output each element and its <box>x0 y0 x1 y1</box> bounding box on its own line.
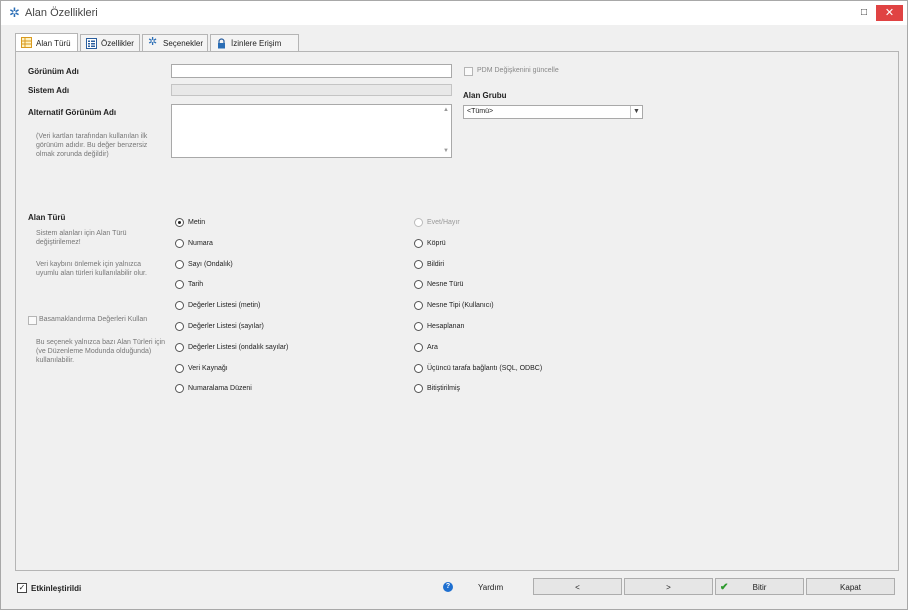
field-type-radio-label: Değerler Listesi (sayılar) <box>188 323 264 330</box>
field-type-radio[interactable] <box>175 238 184 248</box>
field-group-label: Alan Grubu <box>463 91 507 100</box>
field-type-label: Alan Türü <box>28 213 66 222</box>
alt-display-name-textarea[interactable]: ▲ ▼ <box>171 104 452 158</box>
dialog-window: ✲ Alan Özellikleri □ ✕ Alan Türü Özellik… <box>0 0 908 610</box>
window-title: Alan Özellikleri <box>25 7 98 19</box>
previous-button[interactable]: < <box>533 578 622 595</box>
gear-icon: ✲ <box>148 36 158 48</box>
title-bar: ✲ Alan Özellikleri □ ✕ <box>1 1 907 25</box>
chevron-down-icon[interactable]: ▼ <box>630 106 642 118</box>
alt-display-name-note: (Veri kartları tarafından kullanılan ilk… <box>36 133 148 158</box>
tab-field-type[interactable]: Alan Türü <box>15 33 78 52</box>
field-type-radio-label: Metin <box>188 219 206 226</box>
help-icon[interactable]: ? <box>443 582 453 592</box>
close-button[interactable]: ✕ <box>876 5 903 21</box>
field-type-radio[interactable] <box>414 259 423 269</box>
field-type-radio-label: Nesne Tipi (Kullanıcı) <box>427 302 494 310</box>
pdm-update-label: PDM Değişkenini güncelle <box>477 67 559 74</box>
enabled-label: Etkinleştirildi <box>31 584 82 593</box>
field-type-radio-label: Evet/Hayır <box>427 219 460 226</box>
field-type-radio-label: Değerler Listesi (metin) <box>188 302 261 310</box>
tab-access-permissions[interactable]: İzinlere Erişim <box>210 34 299 51</box>
field-type-radio-label: Ara <box>427 343 438 351</box>
field-type-radio-label: Hesaplanan <box>427 323 465 330</box>
system-name-field <box>171 84 452 96</box>
field-type-radio[interactable] <box>414 238 423 248</box>
field-type-radio-label: Sayı (Ondalık) <box>188 260 233 268</box>
cascade-values-note: Bu seçenek yalnızca bazı Alan Türleri iç… <box>36 339 166 364</box>
tab-label: Alan Türü <box>36 39 71 48</box>
maximize-button[interactable]: □ <box>857 6 871 20</box>
help-label[interactable]: Yardım <box>478 583 503 592</box>
field-type-radio[interactable] <box>175 342 184 352</box>
scroll-down-icon[interactable]: ▼ <box>443 148 449 154</box>
field-type-radio[interactable] <box>175 259 184 269</box>
field-group-select[interactable]: <Tümü> ▼ <box>463 105 643 119</box>
tab-label: Özellikler <box>101 39 134 48</box>
field-type-radio-label: Numaralama Düzeni <box>188 385 252 393</box>
tab-properties[interactable]: Özellikler <box>80 34 140 51</box>
next-button[interactable]: > <box>624 578 713 595</box>
enabled-checkbox[interactable]: ✓ <box>17 583 27 593</box>
field-type-radio-label: Nesne Türü <box>427 281 464 289</box>
tab-panel <box>15 51 899 571</box>
field-type-note-system: Sistem alanları için Alan Türü değiştiri… <box>36 230 127 246</box>
field-type-radio-label: Veri Kaynağı <box>188 364 228 372</box>
checkmark-icon: ✔ <box>720 582 729 593</box>
tab-options[interactable]: ✲ Seçenekler <box>142 34 208 51</box>
field-type-radio-label: Köprü <box>427 239 446 247</box>
field-type-radio <box>414 218 423 227</box>
pdm-update-checkbox[interactable] <box>464 67 473 76</box>
field-type-radio[interactable] <box>175 218 184 227</box>
system-name-label: Sistem Adı <box>28 86 70 95</box>
field-type-note-compat: Veri kaybını önlemek için yalnızca uyuml… <box>36 261 147 277</box>
tab-label: İzinlere Erişim <box>231 39 282 48</box>
alt-display-name-label: Alternatif Görünüm Adı <box>28 108 117 117</box>
field-group-value: <Tümü> <box>467 108 494 115</box>
field-type-radio[interactable] <box>414 342 423 352</box>
table-icon <box>21 37 32 48</box>
field-type-radio-label: Numara <box>188 239 213 247</box>
list-icon <box>86 38 97 49</box>
display-name-input[interactable] <box>171 64 452 78</box>
field-type-radio[interactable] <box>414 363 423 373</box>
field-type-radio-label: Değerler Listesi (ondalık sayılar) <box>188 343 289 351</box>
cascade-values-label: Basamaklandırma Değerleri Kullan <box>39 316 148 323</box>
close-dialog-button[interactable]: Kapat <box>806 578 895 595</box>
display-name-label: Görünüm Adı <box>28 67 79 76</box>
field-type-radio[interactable] <box>414 322 423 331</box>
finish-button[interactable]: ✔ Bitir <box>715 578 804 595</box>
tab-label: Seçenekler <box>163 39 204 48</box>
finish-label: Bitir <box>752 583 767 592</box>
gear-icon: ✲ <box>9 5 20 20</box>
field-type-radio-label: Bitiştirilmiş <box>427 385 461 393</box>
field-type-radio-label: Tarih <box>188 281 204 289</box>
field-type-radio[interactable] <box>175 322 184 331</box>
cascade-values-checkbox[interactable] <box>28 316 37 325</box>
lock-icon <box>218 38 225 49</box>
field-type-radio[interactable] <box>175 363 184 373</box>
field-type-radio-label: Üçüncü tarafa bağlantı (SQL, ODBC) <box>427 364 543 372</box>
field-type-radio-label: Bildiri <box>427 260 445 268</box>
scroll-up-icon[interactable]: ▲ <box>443 107 449 113</box>
